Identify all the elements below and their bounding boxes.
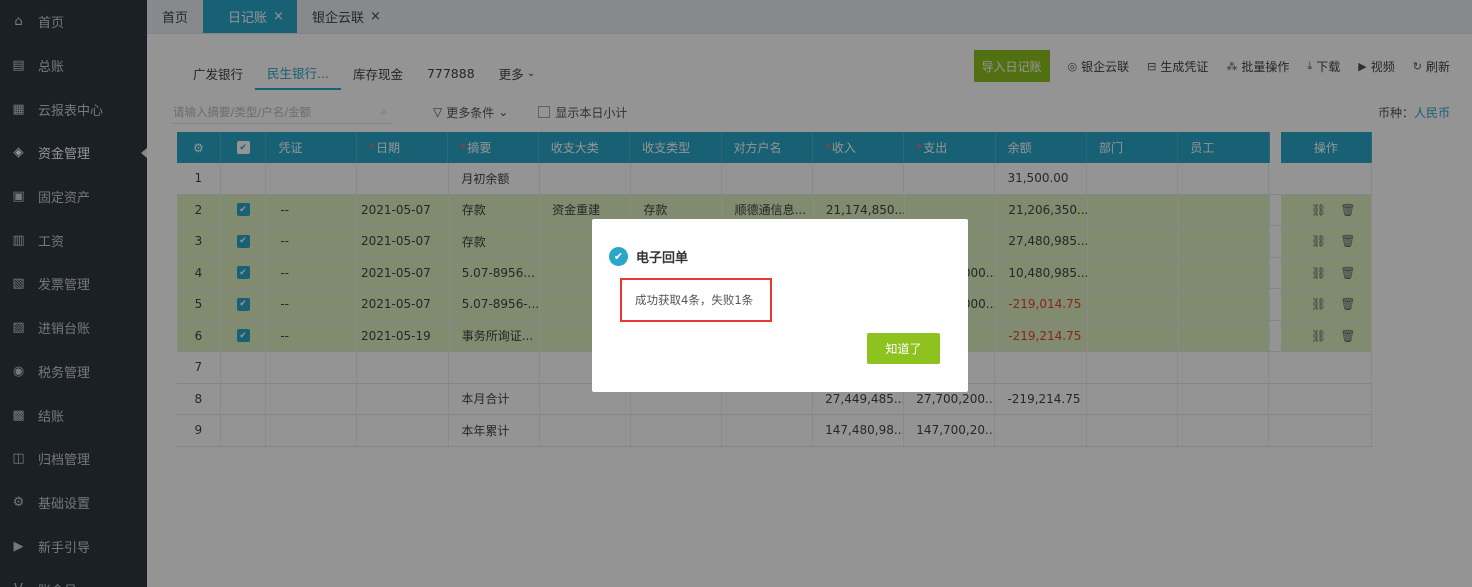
check-circle-icon: ✔ xyxy=(609,247,628,266)
got-it-button[interactable]: 知道了 xyxy=(867,333,940,364)
dialog-message: 成功获取4条，失败1条 xyxy=(620,278,772,322)
dialog-title-text: 电子回单 xyxy=(636,251,689,266)
modal-overlay: ✔ 电子回单 成功获取4条，失败1条 知道了 xyxy=(0,0,1472,587)
dialog-title: ✔ 电子回单 xyxy=(609,247,688,266)
dialog-message-text: 成功获取4条，失败1条 xyxy=(635,293,754,307)
e-receipt-dialog: ✔ 电子回单 成功获取4条，失败1条 知道了 xyxy=(592,219,968,392)
